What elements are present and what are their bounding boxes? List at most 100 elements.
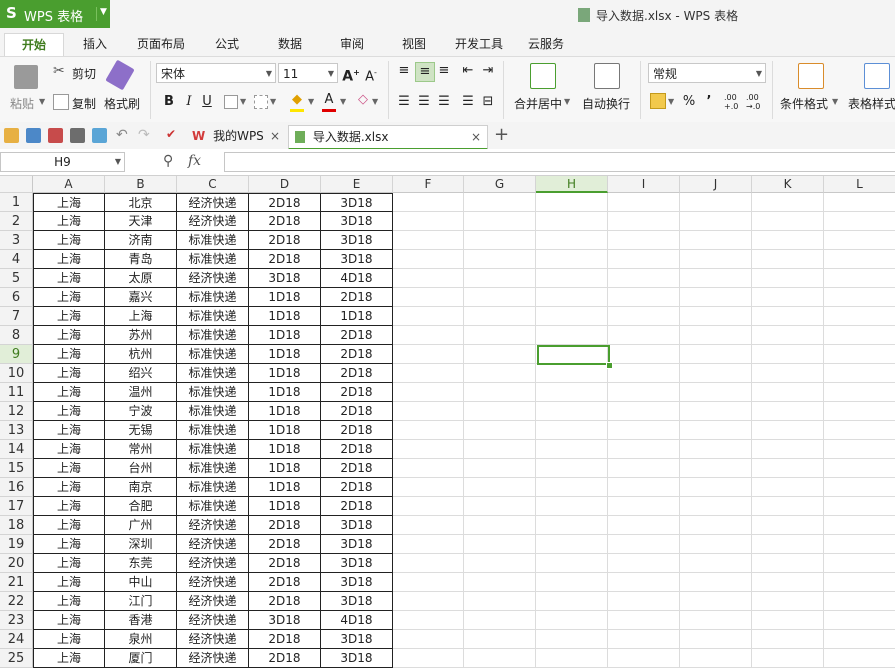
cell-e19[interactable]: 3D18: [321, 535, 393, 554]
shrink-font-icon[interactable]: A-: [362, 64, 380, 84]
cell-a24[interactable]: 上海: [33, 630, 105, 649]
tab-home[interactable]: 开始: [4, 33, 64, 56]
cell-b4[interactable]: 青岛: [105, 250, 177, 269]
cell-f21[interactable]: [393, 573, 464, 592]
cell-d3[interactable]: 2D18: [249, 231, 321, 250]
cell-j25[interactable]: [680, 649, 752, 668]
align-middle-icon[interactable]: ≡: [415, 62, 435, 82]
cell-i19[interactable]: [608, 535, 680, 554]
cell-g3[interactable]: [464, 231, 536, 250]
app-menu-button[interactable]: S WPS 表格 ▼: [0, 0, 110, 28]
cell-l22[interactable]: [824, 592, 895, 611]
cell-b3[interactable]: 济南: [105, 231, 177, 250]
cell-b2[interactable]: 天津: [105, 212, 177, 231]
cell-a1[interactable]: 上海: [33, 193, 105, 212]
cell-i18[interactable]: [608, 516, 680, 535]
redo-icon[interactable]: ↷: [138, 127, 150, 143]
cell-i13[interactable]: [608, 421, 680, 440]
align-center-icon[interactable]: ☰: [415, 93, 433, 111]
tab-review[interactable]: 审阅: [330, 33, 374, 55]
print-preview-icon[interactable]: [92, 128, 107, 143]
distributed-icon[interactable]: ⊟: [479, 93, 497, 111]
cell-f11[interactable]: [393, 383, 464, 402]
cell-c4[interactable]: 标准快递: [177, 250, 249, 269]
cell-g25[interactable]: [464, 649, 536, 668]
cell-f12[interactable]: [393, 402, 464, 421]
cell-d13[interactable]: 1D18: [249, 421, 321, 440]
cell-l21[interactable]: [824, 573, 895, 592]
row-header-4[interactable]: 4: [0, 250, 33, 269]
wrap-text-icon[interactable]: [594, 63, 620, 89]
cell-l17[interactable]: [824, 497, 895, 516]
row-header-8[interactable]: 8: [0, 326, 33, 345]
cell-f25[interactable]: [393, 649, 464, 668]
merge-center-icon[interactable]: [530, 63, 556, 89]
cell-g21[interactable]: [464, 573, 536, 592]
cell-k9[interactable]: [752, 345, 824, 364]
cell-k2[interactable]: [752, 212, 824, 231]
cell-c2[interactable]: 经济快递: [177, 212, 249, 231]
align-top-icon[interactable]: ≡: [395, 62, 413, 80]
comma-button[interactable]: ’: [700, 93, 718, 111]
cell-b7[interactable]: 上海: [105, 307, 177, 326]
cell-c8[interactable]: 标准快递: [177, 326, 249, 345]
cell-style-icon[interactable]: [254, 95, 268, 109]
cell-k13[interactable]: [752, 421, 824, 440]
row-header-20[interactable]: 20: [0, 554, 33, 573]
tab-cloud[interactable]: 云服务: [522, 33, 570, 55]
format-painter-button[interactable]: 格式刷: [104, 95, 140, 112]
cell-g2[interactable]: [464, 212, 536, 231]
font-size-select[interactable]: 11 ▼: [278, 63, 338, 83]
cell-e11[interactable]: 2D18: [321, 383, 393, 402]
chevron-down-icon[interactable]: ▼: [39, 97, 45, 106]
cell-a14[interactable]: 上海: [33, 440, 105, 459]
cell-a25[interactable]: 上海: [33, 649, 105, 668]
cell-j15[interactable]: [680, 459, 752, 478]
cell-e15[interactable]: 2D18: [321, 459, 393, 478]
row-header-23[interactable]: 23: [0, 611, 33, 630]
number-format-select[interactable]: 常规 ▼: [648, 63, 766, 83]
new-tab-icon[interactable]: +: [494, 124, 509, 145]
cell-b18[interactable]: 广州: [105, 516, 177, 535]
open-icon[interactable]: [4, 128, 19, 143]
save-icon[interactable]: [26, 128, 41, 143]
cell-l7[interactable]: [824, 307, 895, 326]
cell-g11[interactable]: [464, 383, 536, 402]
cell-i8[interactable]: [608, 326, 680, 345]
cell-d22[interactable]: 2D18: [249, 592, 321, 611]
cell-f17[interactable]: [393, 497, 464, 516]
cell-e8[interactable]: 2D18: [321, 326, 393, 345]
cell-f1[interactable]: [393, 193, 464, 212]
cell-j3[interactable]: [680, 231, 752, 250]
row-header-14[interactable]: 14: [0, 440, 33, 459]
cell-k19[interactable]: [752, 535, 824, 554]
row-header-1[interactable]: 1: [0, 193, 33, 212]
row-header-7[interactable]: 7: [0, 307, 33, 326]
borders-icon[interactable]: [224, 95, 238, 109]
cell-g5[interactable]: [464, 269, 536, 288]
cell-h4[interactable]: [536, 250, 608, 269]
cell-g8[interactable]: [464, 326, 536, 345]
cell-f3[interactable]: [393, 231, 464, 250]
cell-k16[interactable]: [752, 478, 824, 497]
cell-k1[interactable]: [752, 193, 824, 212]
cell-b13[interactable]: 无锡: [105, 421, 177, 440]
cell-i7[interactable]: [608, 307, 680, 326]
cell-f24[interactable]: [393, 630, 464, 649]
cell-l24[interactable]: [824, 630, 895, 649]
cell-l10[interactable]: [824, 364, 895, 383]
cell-l2[interactable]: [824, 212, 895, 231]
column-header-c[interactable]: C: [177, 176, 249, 193]
cell-g9[interactable]: [464, 345, 536, 364]
row-header-5[interactable]: 5: [0, 269, 33, 288]
fill-handle[interactable]: [606, 362, 613, 369]
row-header-10[interactable]: 10: [0, 364, 33, 383]
grow-font-icon[interactable]: A+: [342, 64, 360, 85]
tab-insert[interactable]: 插入: [70, 33, 120, 55]
cell-a22[interactable]: 上海: [33, 592, 105, 611]
cell-h17[interactable]: [536, 497, 608, 516]
cell-l16[interactable]: [824, 478, 895, 497]
clear-format-icon[interactable]: ◇: [354, 91, 372, 109]
bold-button[interactable]: B: [160, 93, 178, 111]
export-pdf-icon[interactable]: [48, 128, 63, 143]
